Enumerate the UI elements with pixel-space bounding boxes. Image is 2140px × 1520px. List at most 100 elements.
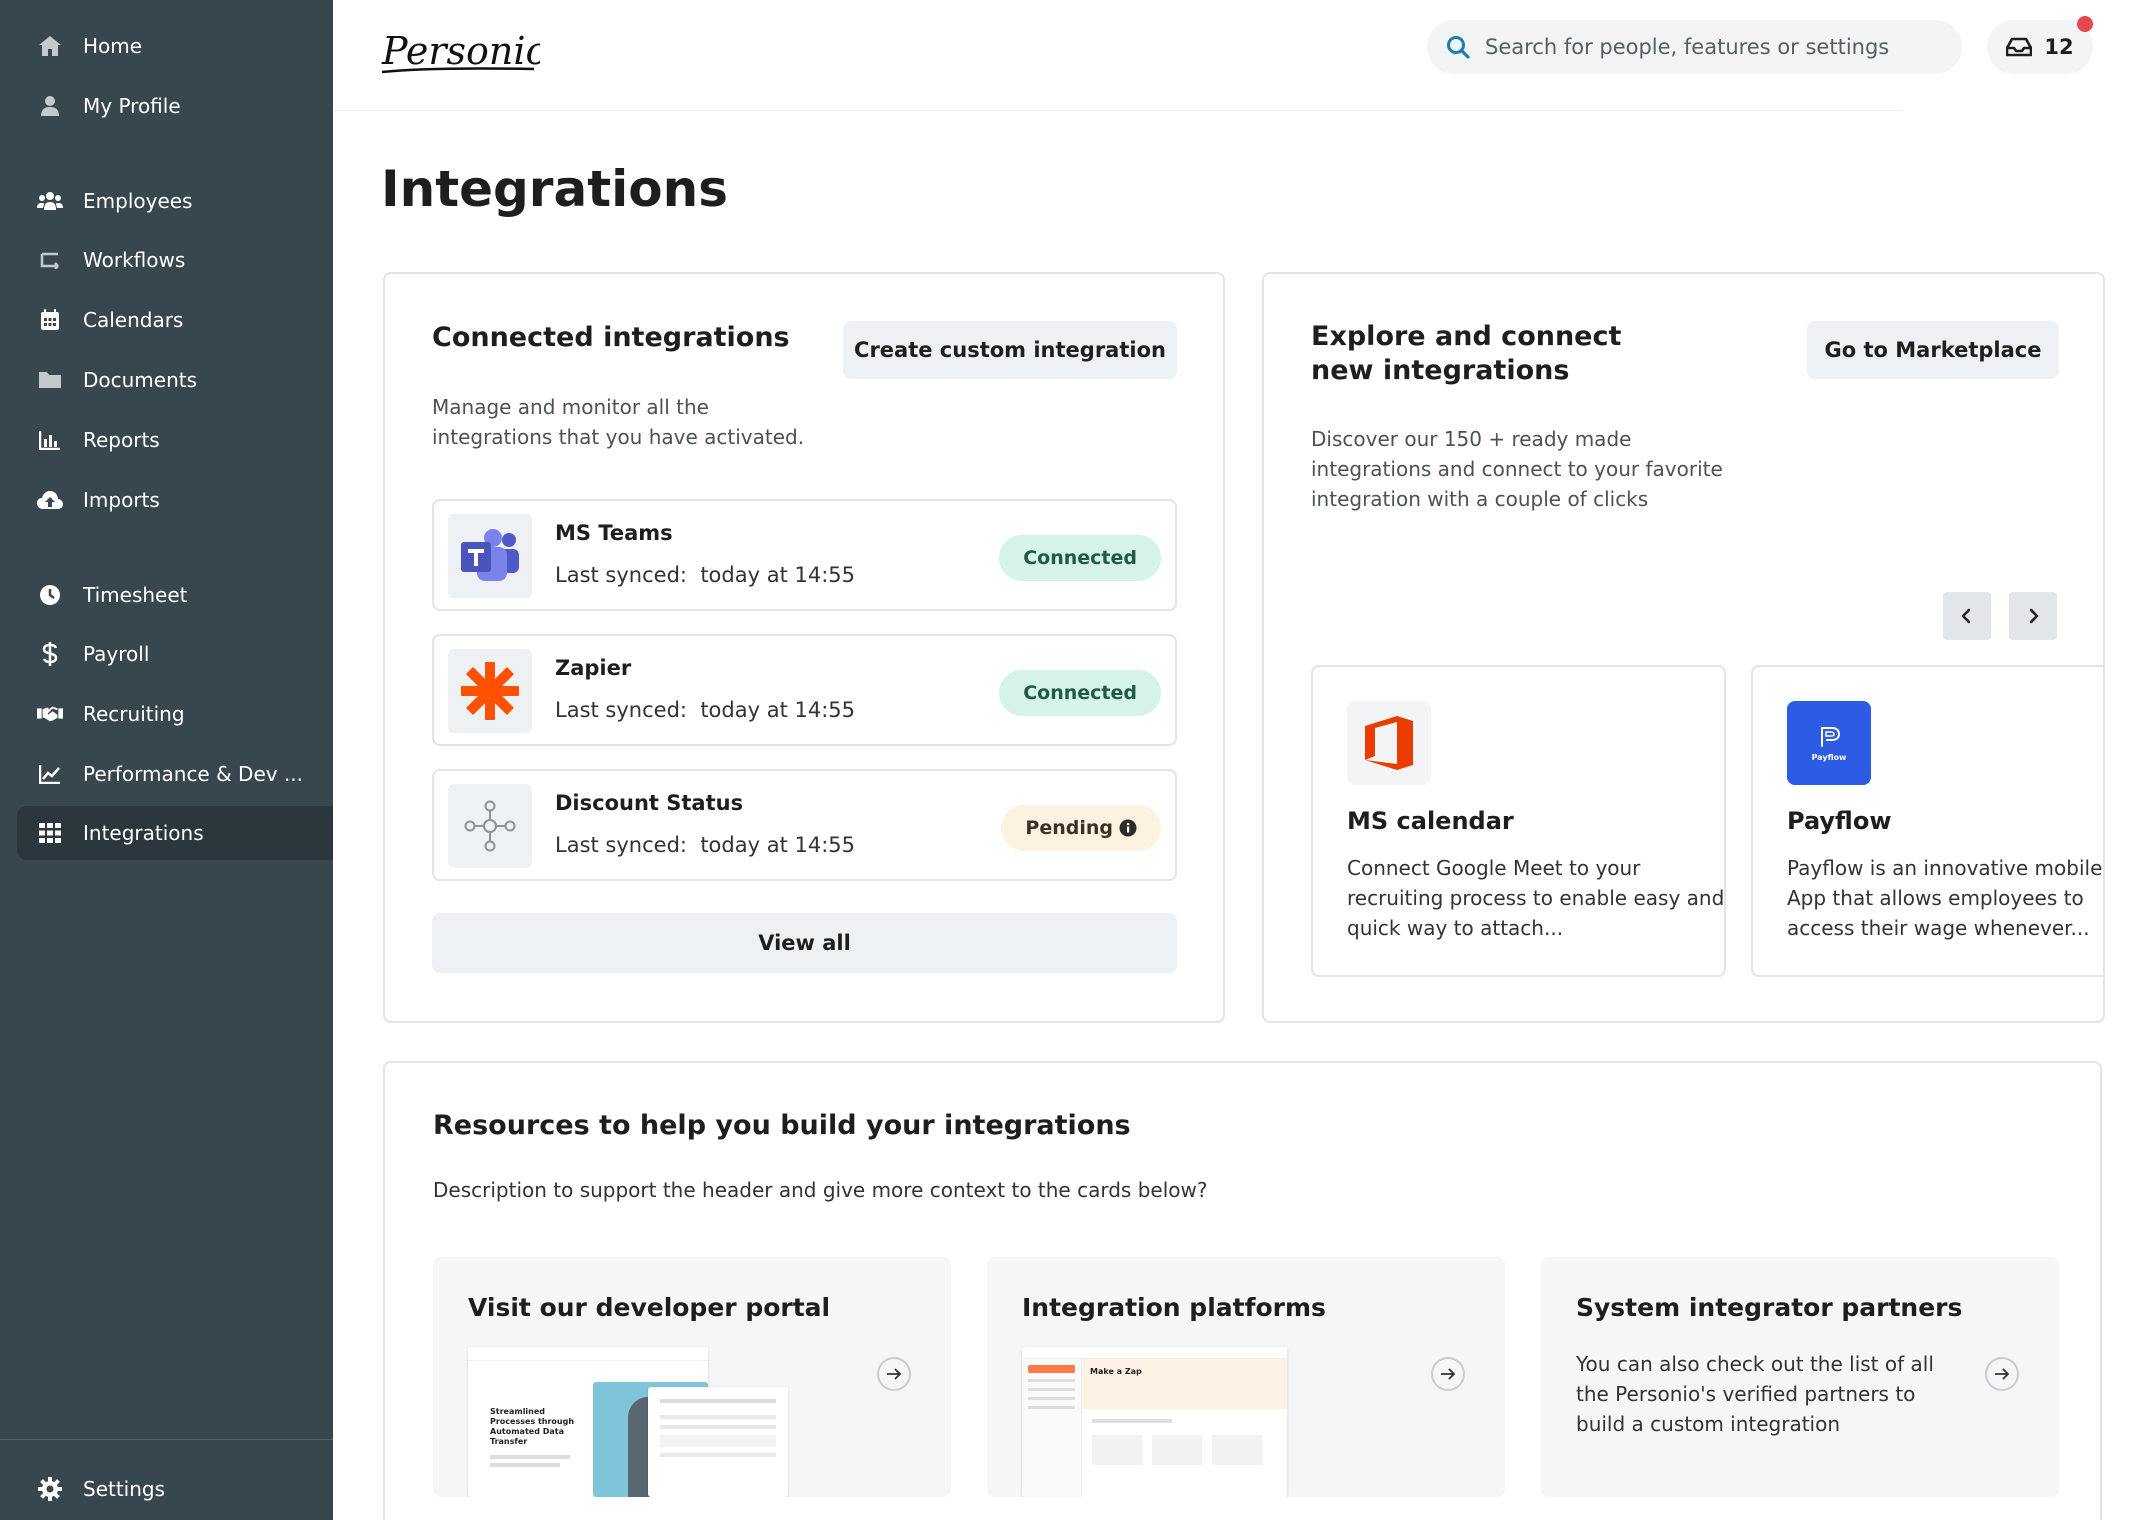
inbox-icon [2006, 37, 2033, 57]
dollar-icon [37, 641, 63, 667]
sidebar-item-label: Integrations [83, 821, 204, 845]
explore-integrations-description: Discover our 150 + ready made integratio… [1311, 427, 1723, 511]
cloud-upload-icon [37, 487, 63, 513]
sidebar: Home My Profile Employees Workflows Cale… [0, 0, 333, 1520]
search-icon [1447, 36, 1470, 59]
sidebar-item-label: Recruiting [83, 702, 185, 726]
arrow-right-icon[interactable] [877, 1357, 911, 1391]
inbox-button[interactable]: 12 [1987, 20, 2093, 74]
sidebar-item-calendars[interactable]: Calendars [17, 293, 333, 347]
notification-dot [2077, 16, 2093, 32]
integration-sync: Last synced: today at 14:55 [555, 833, 855, 857]
marketplace-card-payflow[interactable]: Payflow Payflow Payflow is an innovative… [1751, 665, 2103, 977]
create-custom-integration-button[interactable]: Create custom integration [843, 321, 1177, 379]
developer-portal-thumbnail-2 [648, 1387, 788, 1497]
user-icon [37, 93, 63, 119]
info-icon[interactable] [1119, 819, 1137, 837]
chevron-right-icon [2029, 608, 2039, 624]
sidebar-settings-label: Settings [83, 1477, 166, 1501]
arrow-right-icon[interactable] [1431, 1357, 1465, 1391]
sidebar-item-settings[interactable]: Settings [17, 1462, 333, 1516]
resources-card: Resources to help you build your integra… [383, 1061, 2102, 1520]
connected-integrations-card: Connected integrations Create custom int… [383, 272, 1225, 1023]
sidebar-item-home[interactable]: Home [17, 19, 333, 73]
sync-time: today at 14:55 [700, 698, 856, 722]
sidebar-item-label: Reports [83, 428, 160, 452]
integration-generic-icon [448, 784, 532, 868]
integration-name: Discount Status [555, 791, 744, 815]
integration-row-discount-status[interactable]: Discount Status Last synced: today at 14… [432, 769, 1177, 881]
sidebar-item-reports[interactable]: Reports [17, 413, 333, 467]
sidebar-item-timesheet[interactable]: Timesheet [17, 568, 333, 622]
status-badge: Connected [999, 670, 1161, 716]
status-badge: Pending [1001, 805, 1161, 851]
home-icon [37, 33, 63, 59]
connected-integrations-description: Manage and monitor all the integrations … [432, 395, 805, 449]
resource-card-title: System integrator partners [1576, 1293, 1963, 1322]
handshake-icon [37, 701, 63, 727]
integration-sync: Last synced: today at 14:55 [555, 698, 855, 722]
chart-bar-icon [37, 427, 63, 453]
sync-label: Last synced: [555, 563, 687, 587]
resource-card-integration-platforms[interactable]: Integration platforms Make a Zap [987, 1257, 1505, 1497]
sidebar-divider [0, 1439, 333, 1440]
sidebar-item-label: Performance & Dev ... [83, 762, 304, 786]
sync-time: today at 14:55 [700, 833, 856, 857]
sidebar-item-documents[interactable]: Documents [17, 353, 333, 407]
sidebar-item-recruiting[interactable]: Recruiting [17, 687, 333, 741]
payflow-logo-text: Payflow [1811, 752, 1847, 762]
personio-logo[interactable]: Personio [380, 22, 548, 82]
resource-card-title: Integration platforms [1022, 1293, 1326, 1322]
marketplace-card-description: Payflow is an innovative mobile App that… [1787, 856, 2103, 940]
logo-text: Personio [381, 29, 540, 73]
sidebar-item-employees[interactable]: Employees [17, 174, 333, 228]
thumbnail-text: Streamlined Processes through Automated … [490, 1407, 575, 1446]
resource-card-system-integrator-partners[interactable]: System integrator partners You can also … [1541, 1257, 2059, 1497]
sidebar-item-payroll[interactable]: Payroll [17, 627, 333, 681]
header-divider [333, 110, 1903, 111]
carousel-next-button[interactable] [2009, 592, 2057, 640]
users-icon [37, 188, 63, 214]
integration-row-zapier[interactable]: Zapier Last synced: today at 14:55 Conne… [432, 634, 1177, 746]
grid-icon [37, 820, 63, 846]
integration-name: MS Teams [555, 521, 673, 545]
explore-integrations-title: Explore and connect new integrations [1311, 321, 1622, 386]
connected-integrations-title: Connected integrations [432, 322, 790, 353]
arrow-right-icon[interactable] [1985, 1357, 2019, 1391]
sync-label: Last synced: [555, 698, 687, 722]
sidebar-item-integrations[interactable]: Integrations [17, 806, 333, 860]
resource-card-title: Visit our developer portal [468, 1293, 831, 1322]
view-all-button[interactable]: View all [432, 913, 1177, 973]
workflow-icon [37, 247, 63, 273]
marketplace-card-ms-calendar[interactable]: MS calendar Connect Google Meet to your … [1311, 665, 1726, 977]
sidebar-item-performance[interactable]: Performance & Dev ... [17, 747, 333, 801]
integration-row-ms-teams[interactable]: MS Teams Last synced: today at 14:55 Con… [432, 499, 1177, 611]
zapier-logo [448, 649, 532, 733]
marketplace-card-name: Payflow [1787, 807, 1892, 835]
resource-card-developer-portal[interactable]: Visit our developer portal Streamlined P… [433, 1257, 951, 1497]
inbox-count: 12 [2044, 35, 2074, 59]
gear-icon [37, 1476, 63, 1502]
integration-platforms-thumbnail: Make a Zap [1022, 1347, 1287, 1497]
sidebar-item-workflows[interactable]: Workflows [17, 233, 333, 287]
thumbnail-text: Make a Zap [1090, 1367, 1142, 1376]
go-to-marketplace-button[interactable]: Go to Marketplace [1807, 321, 2059, 379]
sidebar-item-label: Employees [83, 189, 193, 213]
sidebar-item-label: Payroll [83, 642, 150, 666]
carousel-prev-button[interactable] [1943, 592, 1991, 640]
sidebar-item-label: Home [83, 34, 143, 58]
search-input[interactable] [1485, 35, 1945, 59]
sidebar-item-imports[interactable]: Imports [17, 473, 333, 527]
status-label: Pending [1025, 817, 1113, 839]
office-logo [1347, 701, 1431, 785]
calendar-icon [37, 307, 63, 333]
sidebar-item-label: Timesheet [83, 583, 188, 607]
sidebar-item-label: My Profile [83, 94, 181, 118]
marketplace-card-description: Connect Google Meet to your recruiting p… [1347, 856, 1725, 940]
sidebar-item-my-profile[interactable]: My Profile [17, 79, 333, 133]
status-badge: Connected [999, 535, 1161, 581]
clock-icon [37, 582, 63, 608]
resource-card-description: You can also check out the list of all t… [1576, 1352, 1934, 1436]
marketplace-card-name: MS calendar [1347, 807, 1514, 835]
search-bar[interactable] [1427, 20, 1962, 74]
